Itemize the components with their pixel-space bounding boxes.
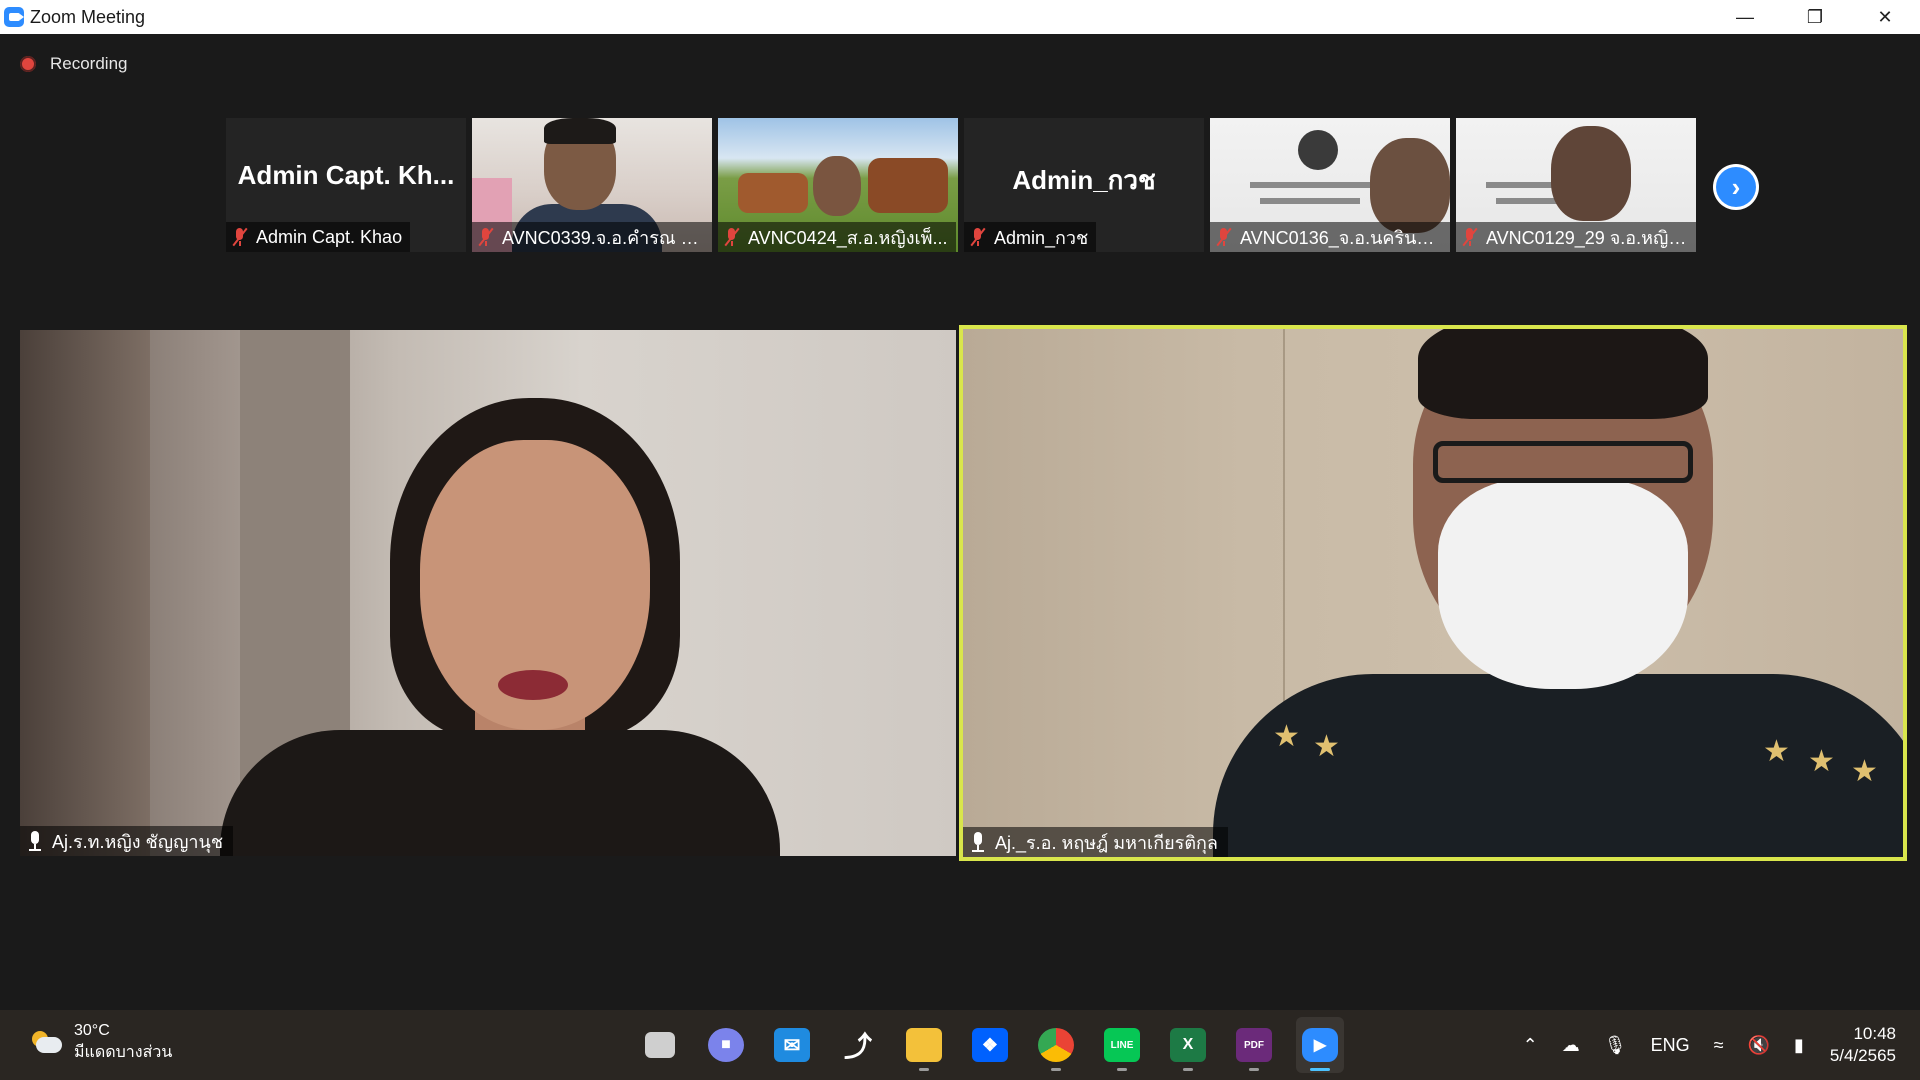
weather-temperature: 30°C bbox=[74, 1022, 110, 1039]
participant-name-bar: Aj.ร.ท.หญิง ชัญญานุช bbox=[20, 826, 234, 856]
record-icon bbox=[20, 56, 36, 72]
participant-name-bar: AVNC0424_ส.อ.หญิงเพ็... bbox=[718, 222, 956, 252]
weather-widget[interactable]: 30°C มีแดดบางส่วน bbox=[30, 1020, 172, 1064]
battery-icon[interactable]: ▮ bbox=[1794, 1035, 1804, 1056]
participant-name: Aj.ร.ท.หญิง ชัญญานุช bbox=[52, 831, 224, 852]
clock-date: 5/4/2565 bbox=[1829, 1046, 1896, 1065]
participant-name: Admin_กวช bbox=[994, 227, 1089, 248]
participant-name-bar: Admin_กวช bbox=[964, 222, 1097, 252]
file-explorer-app[interactable] bbox=[900, 1017, 948, 1073]
muted-mic-icon bbox=[722, 226, 742, 248]
pdf-app[interactable]: PDF bbox=[1230, 1017, 1278, 1073]
chrome-app[interactable] bbox=[1032, 1017, 1080, 1073]
zoom-app-icon bbox=[4, 7, 24, 27]
muted-mic-icon bbox=[968, 226, 988, 248]
speaker-video-tile[interactable]: Aj.ร.ท.หญิง ชัญญานุช bbox=[20, 330, 956, 856]
chrome-icon bbox=[1038, 1028, 1074, 1062]
participant-video: ★ ★ ★ ★ ★ bbox=[963, 329, 1903, 857]
muted-mic-icon bbox=[230, 226, 250, 248]
participant-thumbnail[interactable]: AVNC0129_29 จ.อ.หญิง... bbox=[1456, 118, 1696, 252]
mic-icon bbox=[26, 830, 44, 852]
recording-label: Recording bbox=[50, 54, 128, 73]
participant-thumbnail[interactable]: AVNC0136_จ.อ.นครินทร์... bbox=[1210, 118, 1450, 252]
next-page-button[interactable]: › bbox=[1713, 164, 1759, 210]
participant-name-bar: AVNC0136_จ.อ.นครินทร์... bbox=[1210, 222, 1450, 252]
participant-thumbnail[interactable]: Admin Capt. Kh... Admin Capt. Khao bbox=[226, 118, 466, 252]
onedrive-cloud-icon[interactable]: ☁ bbox=[1562, 1035, 1580, 1056]
line-icon: LINE bbox=[1104, 1028, 1140, 1062]
muted-mic-icon bbox=[1460, 226, 1480, 248]
dropbox-app[interactable]: ❖ bbox=[966, 1017, 1014, 1073]
speaker-muted-icon[interactable]: 🔇 bbox=[1747, 1035, 1769, 1056]
participant-name: AVNC0129_29 จ.อ.หญิง... bbox=[1486, 227, 1688, 248]
title-bar: Zoom Meeting — ❐ ✕ bbox=[0, 0, 1920, 34]
taskbar-app-list: ■ ✉ ⤴ ❖ LINE X PDF ▶ bbox=[570, 1010, 1344, 1080]
line-app[interactable]: LINE bbox=[1098, 1017, 1146, 1073]
participant-name: AVNC0424_ส.อ.หญิงเพ็... bbox=[748, 227, 948, 248]
weather-description: มีแดดบางส่วน bbox=[74, 1044, 173, 1061]
muted-mic-icon bbox=[476, 226, 496, 248]
restore-button[interactable]: ❐ bbox=[1780, 0, 1850, 34]
task-view-button[interactable] bbox=[636, 1017, 684, 1073]
system-tray: ⌃ ☁ 🎙 ENG ≈ 🔇 ▮ 10:48 5/4/2565 bbox=[1511, 1010, 1920, 1080]
participant-video bbox=[20, 330, 956, 856]
excel-app[interactable]: X bbox=[1164, 1017, 1212, 1073]
pinned-app[interactable]: ⤴ bbox=[834, 1017, 882, 1073]
participant-name-bar: Admin Capt. Khao bbox=[226, 222, 411, 252]
task-view-icon bbox=[645, 1032, 675, 1058]
clock[interactable]: 10:48 5/4/2565 bbox=[1830, 1023, 1896, 1067]
participant-name-bar: AVNC0129_29 จ.อ.หญิง... bbox=[1456, 222, 1696, 252]
mail-app[interactable]: ✉ bbox=[768, 1017, 816, 1073]
participant-name: Admin Capt. Khao bbox=[256, 226, 403, 247]
muted-mic-icon bbox=[1214, 226, 1234, 248]
participant-name-bar: Aj._ร.อ. หฤษฎ์ มหาเกียรติกุล bbox=[963, 827, 1228, 857]
recording-indicator[interactable]: Recording bbox=[20, 54, 128, 74]
participant-name: Aj._ร.อ. หฤษฎ์ มหาเกียรติกุล bbox=[995, 832, 1218, 853]
window-title: Zoom Meeting bbox=[30, 6, 146, 27]
participant-thumbnail[interactable]: AVNC0339.จ.อ.คำรณ บุรี... bbox=[472, 118, 712, 252]
participant-thumbnail[interactable]: Admin_กวช Admin_กวช bbox=[964, 118, 1204, 252]
zoom-app[interactable]: ▶ bbox=[1296, 1017, 1344, 1073]
chat-app[interactable]: ■ bbox=[702, 1017, 750, 1073]
participant-display-name: Admin_กวช bbox=[1012, 165, 1156, 195]
close-button[interactable]: ✕ bbox=[1850, 0, 1920, 34]
participant-name-bar: AVNC0339.จ.อ.คำรณ บุรี... bbox=[472, 222, 712, 252]
mail-icon: ✉ bbox=[774, 1028, 810, 1062]
minimize-button[interactable]: — bbox=[1710, 0, 1780, 34]
chevron-right-icon: › bbox=[1716, 167, 1756, 207]
partly-sunny-icon bbox=[30, 1031, 62, 1053]
start-button[interactable] bbox=[570, 1017, 618, 1073]
meeting-area: Recording Admin Capt. Kh... Admin Capt. … bbox=[0, 34, 1920, 1010]
taskbar: 30°C มีแดดบางส่วน ■ ✉ ⤴ ❖ LINE X PDF ▶ ⌃… bbox=[0, 1010, 1920, 1080]
wifi-icon[interactable]: ≈ bbox=[1714, 1035, 1724, 1056]
microphone-icon[interactable]: 🎙 bbox=[1604, 1035, 1627, 1056]
participant-name: AVNC0339.จ.อ.คำรณ บุรี... bbox=[502, 227, 704, 248]
active-speaker-video-tile[interactable]: ★ ★ ★ ★ ★ Aj._ร.อ. หฤษฎ์ มหาเกียรติกุล bbox=[959, 325, 1907, 861]
pdf-icon: PDF bbox=[1236, 1028, 1272, 1062]
clock-time: 10:48 bbox=[1853, 1024, 1896, 1043]
lightning-icon: ⤴ bbox=[843, 1031, 872, 1062]
participant-name: AVNC0136_จ.อ.นครินทร์... bbox=[1240, 227, 1442, 248]
windows-logo-icon bbox=[578, 1029, 611, 1062]
excel-icon: X bbox=[1170, 1028, 1206, 1062]
participant-display-name: Admin Capt. Kh... bbox=[237, 160, 455, 190]
zoom-icon: ▶ bbox=[1302, 1028, 1338, 1062]
mic-icon bbox=[969, 831, 987, 853]
chevron-up-icon[interactable]: ⌃ bbox=[1523, 1035, 1538, 1056]
teams-chat-icon: ■ bbox=[708, 1028, 744, 1062]
participant-thumbnail[interactable]: AVNC0424_ส.อ.หญิงเพ็... bbox=[718, 118, 958, 252]
dropbox-icon: ❖ bbox=[972, 1028, 1008, 1062]
language-indicator[interactable]: ENG bbox=[1651, 1035, 1690, 1056]
folder-icon bbox=[906, 1028, 942, 1062]
participant-thumbnail-strip: Admin Capt. Kh... Admin Capt. Khao AVNC0… bbox=[226, 118, 1696, 252]
